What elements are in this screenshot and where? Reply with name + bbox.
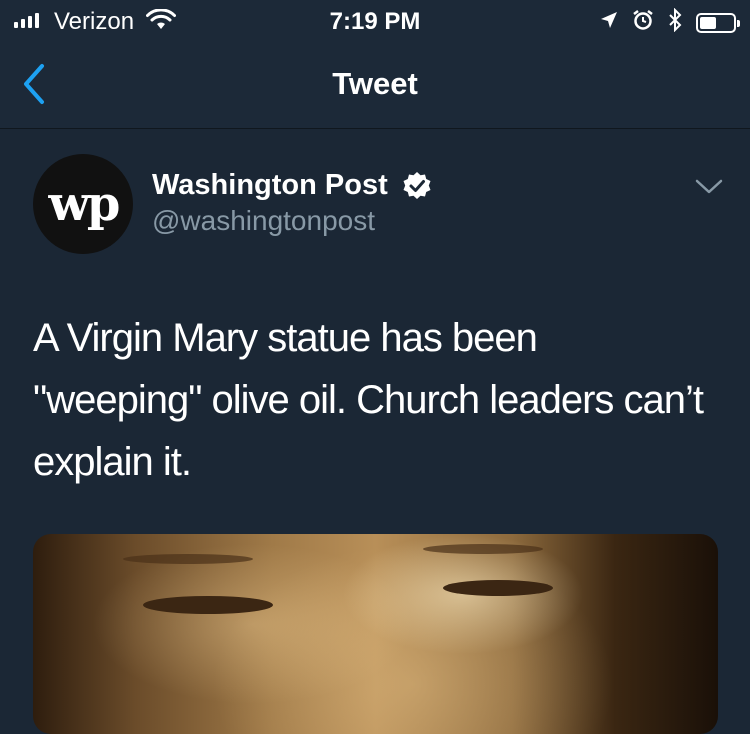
statue-eye-left: [143, 596, 273, 614]
statue-eye-right: [443, 580, 553, 596]
page-title: Tweet: [332, 66, 418, 101]
verified-badge-icon: [403, 172, 431, 199]
statue-brow-right: [423, 544, 543, 554]
alarm-icon: [632, 9, 654, 36]
avatar[interactable]: wp: [33, 154, 133, 254]
navigation-bar: Tweet: [0, 40, 750, 129]
tweet-image[interactable]: [33, 534, 718, 734]
status-bar: Verizon 7:19 PM: [0, 0, 750, 40]
battery-icon: [696, 12, 740, 33]
location-arrow-icon: [600, 11, 618, 34]
statue-brow-left: [123, 554, 253, 564]
washington-post-logo: wp: [48, 176, 121, 232]
tweet-detail: wp Washington Post @washingtonpost A Vir…: [0, 129, 750, 734]
tweet-text: A Virgin Mary statue has been "weeping" …: [33, 316, 704, 484]
author-name[interactable]: Washington Post: [152, 169, 388, 202]
author-handle[interactable]: @washingtonpost: [152, 205, 375, 237]
chevron-down-icon[interactable]: [694, 177, 724, 197]
bluetooth-icon: [668, 7, 682, 37]
